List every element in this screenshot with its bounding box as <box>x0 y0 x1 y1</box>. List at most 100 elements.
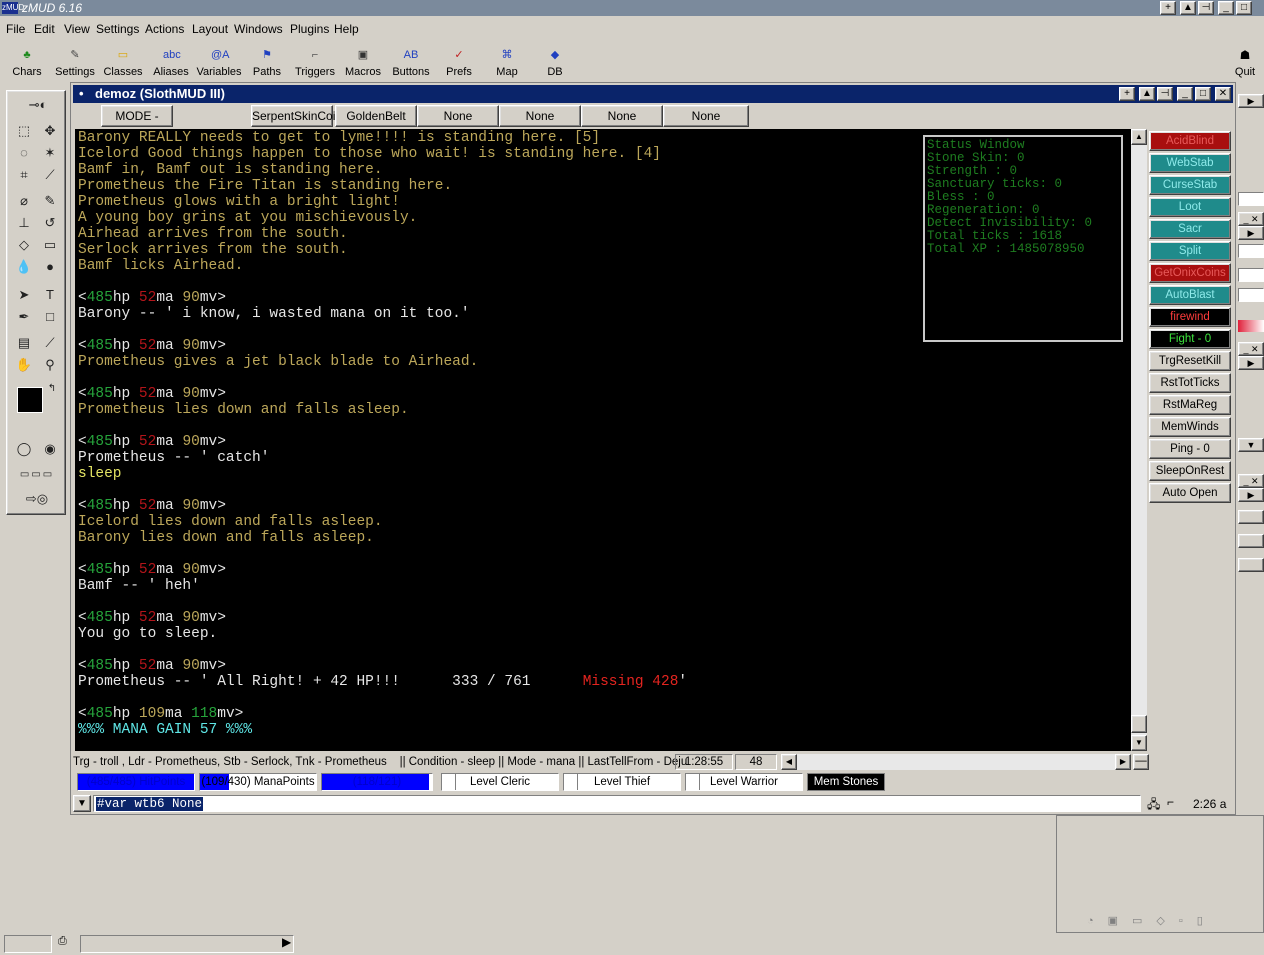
side-button-autoblast[interactable]: AutoBlast <box>1149 285 1231 305</box>
side-button-loot[interactable]: Loot <box>1149 197 1231 217</box>
side-button-sleeponrest[interactable]: SleepOnRest <box>1149 461 1231 481</box>
side-button-fight-0[interactable]: Fight - 0 <box>1149 329 1231 349</box>
pen-icon[interactable]: ✒ <box>13 307 35 327</box>
jump-to-icon[interactable]: ⇨◎ <box>13 489 61 509</box>
side-button-firewind[interactable]: firewind <box>1149 307 1231 327</box>
screen-mode-icon[interactable]: ▭▭▭ <box>11 465 63 481</box>
toolbar-aliases-button[interactable]: abc Aliases <box>147 46 195 82</box>
minimize-icon[interactable]: _ <box>1218 1 1234 15</box>
right-panel-arrow-icon-3[interactable]: ▶ <box>1238 488 1264 502</box>
eraser-icon[interactable]: ◇ <box>13 235 35 255</box>
toolbar-triggers-button[interactable]: ⌐ Triggers <box>291 46 339 82</box>
type-icon[interactable]: T <box>39 285 61 305</box>
toolbar-paths-button[interactable]: ⚑ Paths <box>243 46 291 82</box>
add-window-icon[interactable]: + <box>1160 1 1176 15</box>
right-panel-field[interactable] <box>1238 192 1264 206</box>
scroll-left-icon[interactable]: ◀ <box>781 754 797 770</box>
session-button-1[interactable]: SerpentSkinCoif <box>251 105 339 127</box>
child-pin-icon[interactable]: ⊣ <box>1157 87 1173 101</box>
blur-icon[interactable]: 💧 <box>13 257 35 277</box>
right-panel-btn-1[interactable] <box>1238 510 1264 524</box>
history-brush-icon[interactable]: ↺ <box>39 213 61 233</box>
side-button-acidblind[interactable]: AcidBlind <box>1149 131 1231 151</box>
side-button-auto-open[interactable]: Auto Open <box>1149 483 1231 503</box>
pin-icon[interactable]: ⊣ <box>1198 1 1214 15</box>
toolbar-map-button[interactable]: ⌘ Map <box>483 46 531 82</box>
toolbar-settings-button[interactable]: ✎ Settings <box>51 46 99 82</box>
side-button-trgresetkill[interactable]: TrgResetKill <box>1149 351 1231 371</box>
marquee-icon[interactable]: ⬚ <box>13 121 35 141</box>
menu-view[interactable]: View <box>64 22 90 36</box>
toolbar-buttons-button[interactable]: AB Buttons <box>387 46 435 82</box>
side-button-ping-0[interactable]: Ping - 0 <box>1149 439 1231 459</box>
session-button-5[interactable]: None <box>581 105 663 127</box>
quick-mask-icon[interactable]: ◉ <box>39 439 61 459</box>
brush-icon[interactable]: ✎ <box>39 191 61 211</box>
split-toggle-icon[interactable]: — <box>1133 754 1149 770</box>
notes-icon[interactable]: ▤ <box>13 333 35 353</box>
toolbar-variables-button[interactable]: @A Variables <box>195 46 243 82</box>
session-button-6[interactable]: None <box>663 105 749 127</box>
mode-button[interactable]: MODE - mana ▾ <box>101 105 173 143</box>
child-add-icon[interactable]: + <box>1119 87 1135 101</box>
child-maximize-icon[interactable]: □ <box>1195 87 1211 101</box>
side-button-memwinds[interactable]: MemWinds <box>1149 417 1231 437</box>
right-panel-down-icon[interactable]: ▼ <box>1238 438 1264 452</box>
scroll-thumb[interactable] <box>1131 715 1147 733</box>
right-panel-field-3[interactable] <box>1238 268 1264 282</box>
menu-settings[interactable]: Settings <box>96 22 139 36</box>
right-panel-close-icon[interactable]: _ ✕ <box>1238 212 1264 226</box>
session-button-4[interactable]: None <box>499 105 581 127</box>
scroll-up-icon[interactable]: ▲ <box>1131 129 1147 145</box>
right-panel-arrow-icon-2[interactable]: ▶ <box>1238 356 1264 370</box>
expand-arrow-icon[interactable]: ▶ <box>282 935 292 953</box>
output-scrollbar[interactable]: ▲ ▼ <box>1131 129 1147 751</box>
gradient-icon[interactable]: ▭ <box>39 235 61 255</box>
healing-brush-icon[interactable]: ⌀ <box>13 191 35 211</box>
toolbar-macros-button[interactable]: ▣ Macros <box>339 46 387 82</box>
foreground-color-swatch[interactable] <box>17 387 43 413</box>
zoom-field[interactable] <box>4 935 52 953</box>
right-panel-close-icon-3[interactable]: _ ✕ <box>1238 474 1264 488</box>
right-panel-btn-3[interactable] <box>1238 558 1264 572</box>
right-panel-close-icon-2[interactable]: _ ✕ <box>1238 342 1264 356</box>
stamp-icon[interactable]: ⊥ <box>13 213 35 233</box>
magic-wand-icon[interactable]: ✶ <box>39 143 61 163</box>
horizontal-scrollbar[interactable]: ◀ ▶ <box>781 754 1131 770</box>
quit-button[interactable]: ☗ Quit <box>1228 46 1262 82</box>
side-button-sacr[interactable]: Sacr <box>1149 219 1231 239</box>
roll-up-icon[interactable]: ▲ <box>1180 1 1196 15</box>
hand-icon[interactable]: ✋ <box>13 355 35 375</box>
path-select-icon[interactable]: ➤ <box>13 285 35 305</box>
toolbar-prefs-button[interactable]: ✓ Prefs <box>435 46 483 82</box>
menu-actions[interactable]: Actions <box>145 22 184 36</box>
side-button-rstmareg[interactable]: RstMaReg <box>1149 395 1231 415</box>
maximize-icon[interactable]: □ <box>1236 1 1252 15</box>
right-panel-btn-2[interactable] <box>1238 534 1264 548</box>
zoom-icon[interactable]: ⚲ <box>39 355 61 375</box>
menu-layout[interactable]: Layout <box>192 22 228 36</box>
toolbar-chars-button[interactable]: ♣ Chars <box>3 46 51 82</box>
menu-plugins[interactable]: Plugins <box>290 22 329 36</box>
side-button-getonixcoins[interactable]: GetOnixCoins <box>1149 263 1231 283</box>
move-icon[interactable]: ✥ <box>39 121 61 141</box>
menu-help[interactable]: Help <box>334 22 359 36</box>
slice-icon[interactable]: ⟋ <box>39 165 61 185</box>
menu-windows[interactable]: Windows <box>234 22 283 36</box>
scroll-right-icon[interactable]: ▶ <box>1115 754 1131 770</box>
command-input[interactable]: #var wtb6 None <box>93 795 1141 812</box>
standard-mode-icon[interactable]: ◯ <box>13 439 35 459</box>
toolbar-classes-button[interactable]: ▭ Classes <box>99 46 147 82</box>
side-button-split[interactable]: Split <box>1149 241 1231 261</box>
session-button-3[interactable]: None <box>417 105 499 127</box>
menu-edit[interactable]: Edit <box>34 22 55 36</box>
eyedropper-icon[interactable]: ⟋ <box>39 333 61 353</box>
shape-icon[interactable]: □ <box>39 307 61 327</box>
dodge-icon[interactable]: ● <box>39 257 61 277</box>
history-dropdown-icon[interactable]: ▼ <box>73 795 91 812</box>
side-button-cursestab[interactable]: CurseStab <box>1149 175 1231 195</box>
right-panel-arrow-icon[interactable]: ▶ <box>1238 226 1264 240</box>
toolbar-db-button[interactable]: ◆ DB <box>531 46 579 82</box>
session-button-2[interactable]: GoldenBelt <box>335 105 417 127</box>
lasso-icon[interactable]: ◌ <box>13 143 35 163</box>
